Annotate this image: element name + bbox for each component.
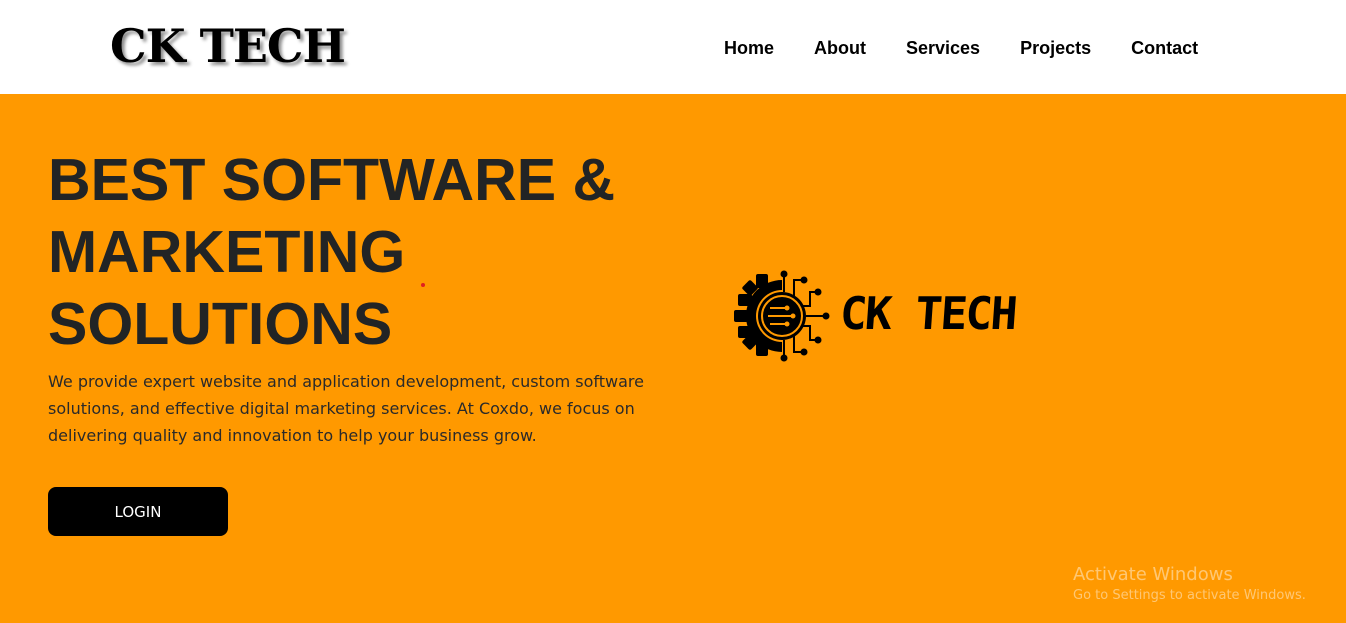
hero-title-line: BEST SOFTWARE &: [48, 147, 616, 213]
hero-title: BEST SOFTWARE & MARKETING SOLUTIONS: [48, 144, 668, 360]
hero-logo: CK TECH: [734, 266, 1034, 362]
watermark-title: Activate Windows: [1073, 564, 1233, 585]
activate-windows-watermark: Activate Windows Go to Settings to activ…: [1073, 564, 1306, 606]
navbar: CK TECH Home About Services Projects Con…: [0, 0, 1346, 94]
brand-logo-text[interactable]: CK TECH: [110, 18, 346, 74]
hero-description: We provide expert website and applicatio…: [48, 372, 644, 445]
cursor-dot: [421, 283, 425, 287]
nav-about[interactable]: About: [814, 36, 866, 60]
nav-services[interactable]: Services: [906, 36, 980, 60]
login-button[interactable]: LOGIN: [48, 487, 228, 536]
nav-contact[interactable]: Contact: [1131, 36, 1198, 60]
hero-logo-text: CK TECH: [838, 287, 1018, 340]
hero-title-line: MARKETING: [48, 219, 406, 285]
watermark-subtitle: Go to Settings to activate Windows.: [1073, 588, 1306, 603]
nav-home[interactable]: Home: [724, 36, 774, 60]
nav-projects[interactable]: Projects: [1020, 36, 1091, 60]
main-nav: Home About Services Projects Contact: [724, 36, 1198, 60]
hero-section: BEST SOFTWARE & MARKETING SOLUTIONS We p…: [0, 94, 1346, 623]
gear-circuit-icon: [734, 270, 830, 362]
hero-title-line: SOLUTIONS: [48, 291, 393, 357]
